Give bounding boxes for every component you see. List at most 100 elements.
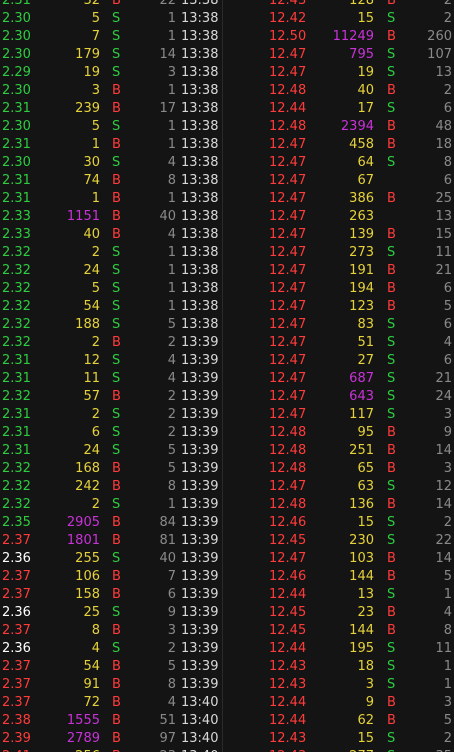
trade-row[interactable]: 12.47 687 S 21 (223, 370, 454, 388)
trade-row[interactable]: 12.48 136 B 14 (223, 496, 454, 514)
trade-row[interactable]: 2.37 8 B 3 13:39 (0, 622, 222, 640)
trade-row[interactable]: 12.45 144 B 8 (223, 622, 454, 640)
trade-row[interactable]: 2.31 239 B 17 13:38 (0, 100, 222, 118)
trade-volume: 643 (349, 389, 374, 404)
trade-count: 14 (435, 497, 452, 512)
trade-row[interactable]: 12.47 27 S 6 (223, 352, 454, 370)
trade-row[interactable]: 2.32 168 B 5 13:39 (0, 460, 222, 478)
left-trade-list[interactable]: 2.31 32 B 22 13:38 2.30 5 S 1 13:38 2.30 7 S 1 13:38 2.… (0, 0, 223, 752)
trade-row[interactable]: 12.47 643 S 24 (223, 388, 454, 406)
trade-row[interactable]: 2.32 242 B 8 13:39 (0, 478, 222, 496)
trade-row[interactable]: 12.47 63 S 12 (223, 478, 454, 496)
trade-row[interactable]: 2.30 5 S 1 13:38 (0, 10, 222, 28)
trade-volume: 1 (91, 191, 100, 206)
trade-row[interactable]: 2.31 24 S 5 13:39 (0, 442, 222, 460)
trade-row[interactable]: 12.43 277 S 35 (223, 748, 454, 752)
trade-row[interactable]: 2.32 188 S 5 13:38 (0, 316, 222, 334)
trade-row[interactable]: 12.50 11249 B 260 (223, 28, 454, 46)
trade-row[interactable]: 12.47 83 S 6 (223, 316, 454, 334)
trade-price: 12.47 (269, 479, 307, 494)
trade-row[interactable]: 2.30 30 S 4 13:38 (0, 154, 222, 172)
trade-row[interactable]: 2.32 2 S 1 13:39 (0, 496, 222, 514)
trade-row[interactable]: 2.37 1801 B 81 13:39 (0, 532, 222, 550)
trade-row[interactable]: 2.32 2 S 1 13:38 (0, 244, 222, 262)
trade-row[interactable]: 2.30 5 S 1 13:38 (0, 118, 222, 136)
trade-row[interactable]: 12.46 144 B 5 (223, 568, 454, 586)
trade-row[interactable]: 2.31 12 S 4 13:39 (0, 352, 222, 370)
trade-row[interactable]: 2.31 74 B 8 13:38 (0, 172, 222, 190)
trade-side: B (112, 677, 121, 692)
trade-count: 2 (443, 0, 452, 8)
trade-row[interactable]: 12.47 795 S 107 (223, 46, 454, 64)
trade-row[interactable]: 12.47 386 B 25 (223, 190, 454, 208)
trade-row[interactable]: 2.36 25 S 9 13:39 (0, 604, 222, 622)
trade-row[interactable]: 12.47 263 13 (223, 208, 454, 226)
trade-row[interactable]: 12.47 51 S 4 (223, 334, 454, 352)
trade-row[interactable]: 2.31 32 B 22 13:38 (0, 0, 222, 10)
trade-row[interactable]: 2.41 256 B 23 13:40 (0, 748, 222, 752)
trade-row[interactable]: 2.32 2 B 2 13:39 (0, 334, 222, 352)
trade-row[interactable]: 2.32 24 S 1 13:38 (0, 262, 222, 280)
trade-row[interactable]: 2.30 179 S 14 13:38 (0, 46, 222, 64)
trade-row[interactable]: 12.47 117 S 3 (223, 406, 454, 424)
trade-row[interactable]: 12.47 191 B 21 (223, 262, 454, 280)
trade-row[interactable]: 12.44 9 B 3 (223, 694, 454, 712)
trade-row[interactable]: 2.39 2789 B 97 13:40 (0, 730, 222, 748)
trade-row[interactable]: 12.48 65 B 3 (223, 460, 454, 478)
trade-row[interactable]: 2.35 2905 B 84 13:39 (0, 514, 222, 532)
trade-row[interactable]: 2.32 54 S 1 13:38 (0, 298, 222, 316)
trade-row[interactable]: 12.45 230 S 22 (223, 532, 454, 550)
trade-row[interactable]: 12.48 251 B 14 (223, 442, 454, 460)
trade-row[interactable]: 12.43 18 S 1 (223, 658, 454, 676)
trade-row[interactable]: 2.32 5 S 1 13:38 (0, 280, 222, 298)
trade-price: 12.44 (269, 713, 307, 728)
trade-row[interactable]: 12.47 458 B 18 (223, 136, 454, 154)
trade-row[interactable]: 12.45 23 B 4 (223, 604, 454, 622)
trade-row[interactable]: 2.36 255 S 40 13:39 (0, 550, 222, 568)
trade-row[interactable]: 12.47 194 B 6 (223, 280, 454, 298)
trade-row[interactable]: 2.37 72 B 4 13:40 (0, 694, 222, 712)
trade-row[interactable]: 12.44 195 S 11 (223, 640, 454, 658)
trade-row[interactable]: 2.33 40 B 4 13:38 (0, 226, 222, 244)
trade-row[interactable]: 2.33 1151 B 40 13:38 (0, 208, 222, 226)
trade-row[interactable]: 2.37 91 B 8 13:39 (0, 676, 222, 694)
trade-row[interactable]: 2.31 2 S 2 13:39 (0, 406, 222, 424)
trade-row[interactable]: 2.31 6 S 2 13:39 (0, 424, 222, 442)
trade-row[interactable]: 12.48 40 B 2 (223, 82, 454, 100)
trade-row[interactable]: 12.43 15 S 2 (223, 730, 454, 748)
trade-row[interactable]: 12.44 17 S 6 (223, 100, 454, 118)
trade-row[interactable]: 2.31 1 B 1 13:38 (0, 136, 222, 154)
trade-row[interactable]: 12.47 64 S 8 (223, 154, 454, 172)
trade-row[interactable]: 12.47 273 S 11 (223, 244, 454, 262)
trade-row[interactable]: 12.43 3 S 1 (223, 676, 454, 694)
trade-row[interactable]: 2.37 158 B 6 13:39 (0, 586, 222, 604)
trade-row[interactable]: 12.47 123 B 5 (223, 298, 454, 316)
trade-row[interactable]: 2.36 4 S 2 13:39 (0, 640, 222, 658)
trade-row[interactable]: 12.42 15 S 2 (223, 10, 454, 28)
trade-count: 1 (443, 677, 452, 692)
trade-row[interactable]: 2.32 57 B 2 13:39 (0, 388, 222, 406)
trade-row[interactable]: 2.37 54 B 5 13:39 (0, 658, 222, 676)
trade-row[interactable]: 2.31 1 B 1 13:38 (0, 190, 222, 208)
trade-row[interactable]: 2.31 11 S 4 13:39 (0, 370, 222, 388)
trade-row[interactable]: 12.47 103 B 14 (223, 550, 454, 568)
trade-row[interactable]: 2.30 7 S 1 13:38 (0, 28, 222, 46)
trade-row[interactable]: 12.48 95 B 9 (223, 424, 454, 442)
trade-row[interactable]: 12.44 62 B 5 (223, 712, 454, 730)
trade-price: 2.32 (2, 263, 31, 278)
right-trade-list[interactable]: 12.43 128 B 2 12.42 15 S 2 12.50 11249 B 260 12.47 79… (223, 0, 454, 752)
trade-volume: 8 (91, 623, 100, 638)
trade-price: 2.36 (2, 551, 31, 566)
trade-row[interactable]: 2.38 1555 B 51 13:40 (0, 712, 222, 730)
trade-row[interactable]: 2.29 19 S 3 13:38 (0, 64, 222, 82)
trade-row[interactable]: 12.44 13 S 1 (223, 586, 454, 604)
trade-row[interactable]: 2.30 3 B 1 13:38 (0, 82, 222, 100)
trade-row[interactable]: 12.46 15 S 2 (223, 514, 454, 532)
trade-row[interactable]: 12.47 19 S 13 (223, 64, 454, 82)
trade-row[interactable]: 12.43 128 B 2 (223, 0, 454, 10)
trade-row[interactable]: 12.48 2394 B 48 (223, 118, 454, 136)
trade-side: B (387, 119, 396, 134)
trade-row[interactable]: 2.37 106 B 7 13:39 (0, 568, 222, 586)
trade-row[interactable]: 12.47 139 B 15 (223, 226, 454, 244)
trade-row[interactable]: 12.47 67 6 (223, 172, 454, 190)
